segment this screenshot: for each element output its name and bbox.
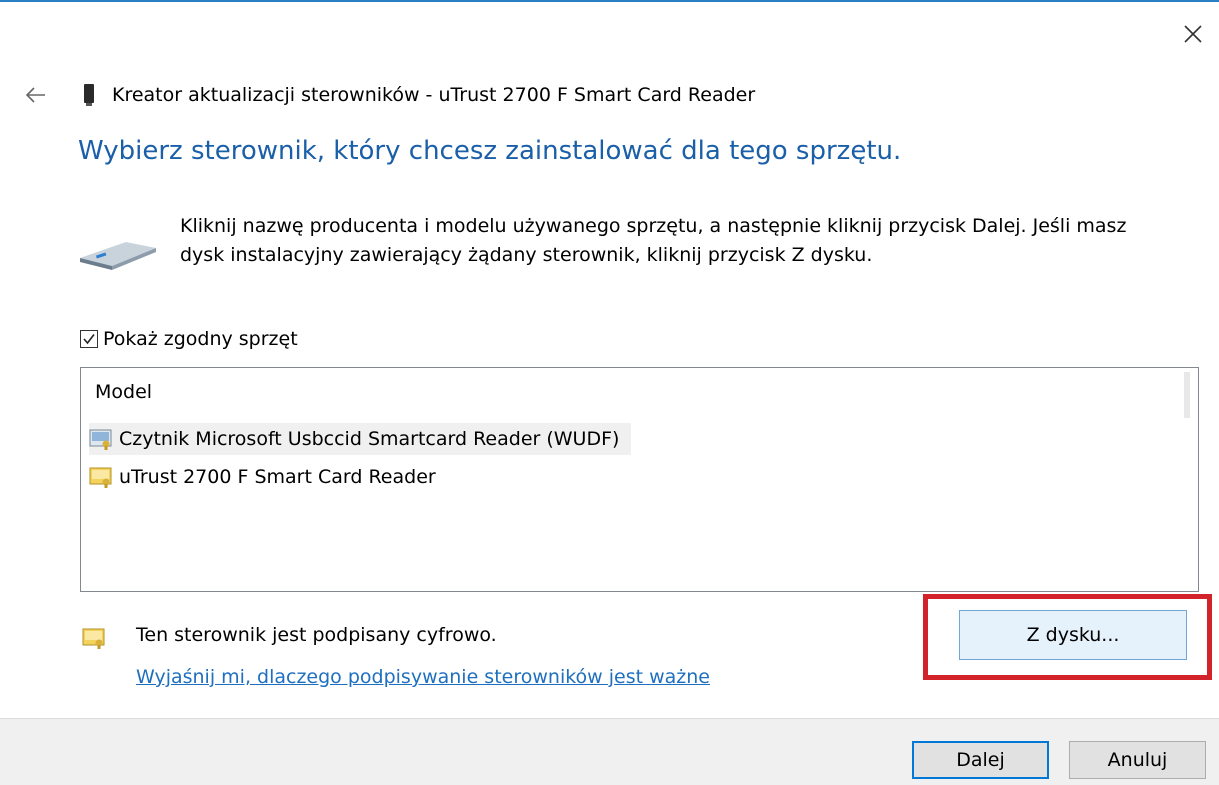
have-disk-button[interactable]: Z dysku...: [959, 610, 1187, 660]
wizard-footer: Dalej Anuluj: [0, 718, 1219, 785]
close-icon: [1184, 25, 1202, 43]
driver-signed-status: Ten sterownik jest podpisany cyfrowo.: [136, 624, 497, 646]
model-column-header: Model: [95, 381, 153, 403]
next-button[interactable]: Dalej: [912, 741, 1049, 779]
model-list[interactable]: Model Czytnik Microsoft Usbccid Smartcar…: [80, 367, 1199, 592]
back-button[interactable]: [22, 81, 50, 109]
checkbox-label: Pokaż zgodny sprzęt: [103, 328, 298, 350]
list-item-label: Czytnik Microsoft Usbccid Smartcard Read…: [119, 428, 620, 450]
scrollbar[interactable]: [1184, 372, 1190, 418]
page-heading: Wybierz sterownik, który chcesz zainstal…: [78, 136, 902, 166]
cancel-button[interactable]: Anuluj: [1069, 741, 1206, 779]
smart-card-reader-icon: [84, 84, 94, 106]
driver-certificate-icon: [89, 429, 112, 450]
list-item[interactable]: Czytnik Microsoft Usbccid Smartcard Read…: [89, 423, 632, 455]
back-arrow-icon: [25, 87, 45, 103]
list-item[interactable]: uTrust 2700 F Smart Card Reader: [89, 461, 448, 493]
list-item-label: uTrust 2700 F Smart Card Reader: [119, 466, 436, 488]
hardware-device-icon: [80, 242, 156, 270]
driver-update-wizard-window: Kreator aktualizacji sterowników - uTrus…: [0, 0, 1219, 785]
driver-signing-info-link[interactable]: Wyjaśnij mi, dlaczego podpisywanie stero…: [136, 666, 710, 688]
signed-driver-certificate-icon: [82, 628, 105, 649]
instruction-text: Kliknij nazwę producenta i modelu używan…: [180, 215, 1127, 266]
close-button[interactable]: [1175, 16, 1211, 52]
checkbox-box[interactable]: [80, 330, 98, 348]
show-compatible-hardware-checkbox[interactable]: Pokaż zgodny sprzęt: [80, 328, 298, 350]
wizard-header: Kreator aktualizacji sterowników - uTrus…: [22, 80, 755, 110]
checkmark-icon: [83, 334, 95, 345]
driver-certificate-icon: [89, 467, 112, 488]
wizard-title: Kreator aktualizacji sterowników - uTrus…: [112, 84, 756, 106]
